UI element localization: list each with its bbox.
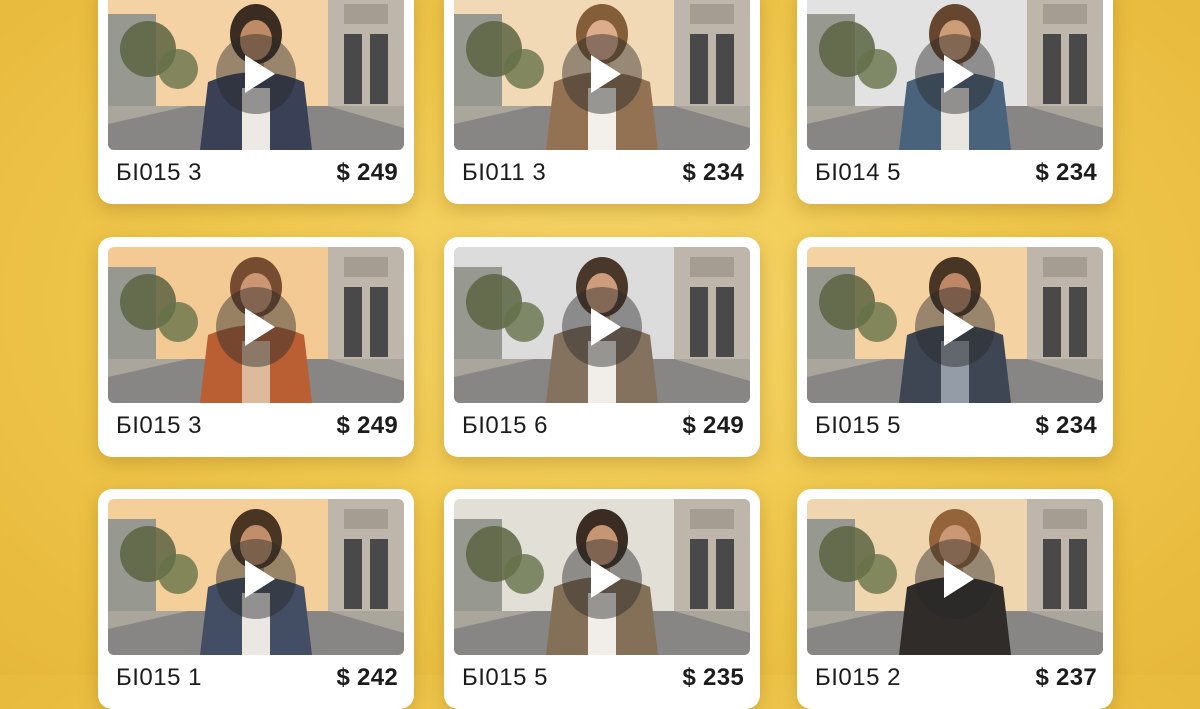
product-price: $ 234: [1035, 412, 1097, 439]
play-icon[interactable]: [915, 539, 995, 619]
video-thumbnail[interactable]: [454, 247, 750, 403]
product-card[interactable]: БI015 5 $ 235: [444, 489, 760, 709]
play-icon[interactable]: [915, 287, 995, 367]
product-price: $ 249: [336, 159, 398, 186]
product-sku: БI015 5: [462, 664, 548, 691]
product-price: $ 234: [682, 159, 744, 186]
video-thumbnail[interactable]: [108, 247, 404, 403]
product-card[interactable]: БI015 3 $ 249: [98, 0, 414, 204]
product-sku: БI015 3: [116, 412, 202, 439]
video-thumbnail[interactable]: [108, 0, 404, 150]
video-thumbnail[interactable]: [454, 0, 750, 150]
video-thumbnail[interactable]: [807, 0, 1103, 150]
product-sku: БI015 1: [116, 664, 202, 691]
product-sku: БI015 3: [116, 159, 202, 186]
product-sku: БI011 3: [462, 159, 547, 186]
product-price: $ 242: [336, 664, 398, 691]
product-price: $ 234: [1035, 159, 1097, 186]
video-thumbnail[interactable]: [807, 247, 1103, 403]
product-price: $ 235: [682, 664, 744, 691]
product-price: $ 249: [682, 412, 744, 439]
product-sku: БI015 2: [815, 664, 901, 691]
video-thumbnail[interactable]: [108, 499, 404, 655]
product-card[interactable]: БI015 3 $ 249: [98, 237, 414, 457]
product-card[interactable]: БI015 5 $ 234: [797, 237, 1113, 457]
video-thumbnail[interactable]: [454, 499, 750, 655]
play-icon[interactable]: [216, 34, 296, 114]
product-card[interactable]: БI014 5 $ 234: [797, 0, 1113, 204]
product-card[interactable]: БI015 6 $ 249: [444, 237, 760, 457]
play-icon[interactable]: [915, 34, 995, 114]
play-icon[interactable]: [562, 34, 642, 114]
product-sku: БI015 6: [462, 412, 548, 439]
product-price: $ 249: [336, 412, 398, 439]
product-card[interactable]: БI011 3 $ 234: [444, 0, 760, 204]
product-card[interactable]: БI015 2 $ 237: [797, 489, 1113, 709]
product-price: $ 237: [1035, 664, 1097, 691]
play-icon[interactable]: [216, 539, 296, 619]
product-grid: БI015 3 $ 249 БI011 3 $ 234 БI014 5 $ 234 Б…: [0, 0, 1200, 709]
play-icon[interactable]: [562, 539, 642, 619]
video-thumbnail[interactable]: [807, 499, 1103, 655]
play-icon[interactable]: [216, 287, 296, 367]
product-sku: БI014 5: [815, 159, 901, 186]
product-card[interactable]: БI015 1 $ 242: [98, 489, 414, 709]
play-icon[interactable]: [562, 287, 642, 367]
product-sku: БI015 5: [815, 412, 901, 439]
